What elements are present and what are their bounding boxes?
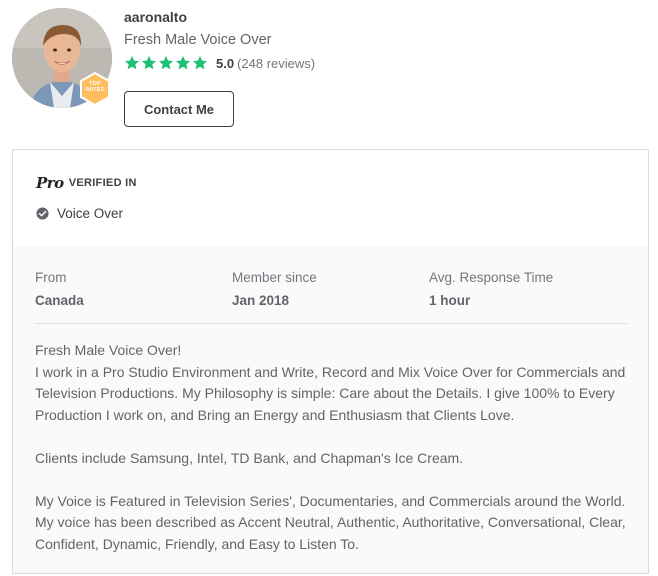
rating: 5.0 (248 reviews) [124,54,315,72]
star-icon [159,56,173,70]
verified-label: VERIFIED IN [68,177,137,189]
star-icon [176,56,190,70]
badge-line2: RATED [85,87,105,93]
description-text: I work in a Pro Studio Environment and W… [35,363,626,423]
profile-header: TOP RATED aaronalto Fresh Male Voice Ove… [0,0,658,140]
stat-value: 1 hour [429,293,471,308]
stat-value: Canada [35,293,84,308]
stat-label: From [35,270,67,285]
rating-count[interactable]: (248 reviews) [237,56,315,71]
stat-member-since: Member since Jan 2018 [232,270,317,308]
pro-heading: Pro VERIFIED IN [36,174,137,192]
description-paragraph: My Voice is Featured in Television Serie… [35,492,626,552]
star-rating [124,55,208,71]
seller-description: Fresh Male Voice Over! I work in a Pro S… [35,340,635,555]
stat-from: From Canada [35,270,84,308]
check-circle-icon [36,207,49,220]
description-paragraph: Clients include Samsung, Intel, TD Bank,… [35,449,464,466]
divider [35,323,627,324]
username[interactable]: aaronalto [124,9,187,25]
verified-category: Voice Over [36,206,123,221]
rating-score: 5.0 [216,55,235,71]
stat-label: Avg. Response Time [429,270,554,285]
star-icon [142,56,156,70]
seller-info-box: From Canada Member since Jan 2018 Avg. R… [12,246,649,574]
pro-logo: Pro [36,174,64,192]
top-rated-badge: TOP RATED [78,71,112,107]
star-icon [193,56,207,70]
contact-me-button[interactable]: Contact Me [124,91,234,127]
description-paragraph: Fresh Male Voice Over! I work in a Pro S… [35,340,635,426]
tagline: Fresh Male Voice Over [124,32,272,48]
stat-label: Member since [232,270,317,285]
pro-verified-box: Pro VERIFIED IN Voice Over [12,149,649,247]
badge-text: TOP RATED [78,81,112,93]
description-headline: Fresh Male Voice Over! [35,342,182,358]
stat-response-time: Avg. Response Time 1 hour [429,270,553,308]
verified-category-label: Voice Over [57,206,124,221]
avatar-wrap[interactable]: TOP RATED [12,8,112,108]
stat-value: Jan 2018 [232,293,290,308]
star-icon [125,56,139,70]
